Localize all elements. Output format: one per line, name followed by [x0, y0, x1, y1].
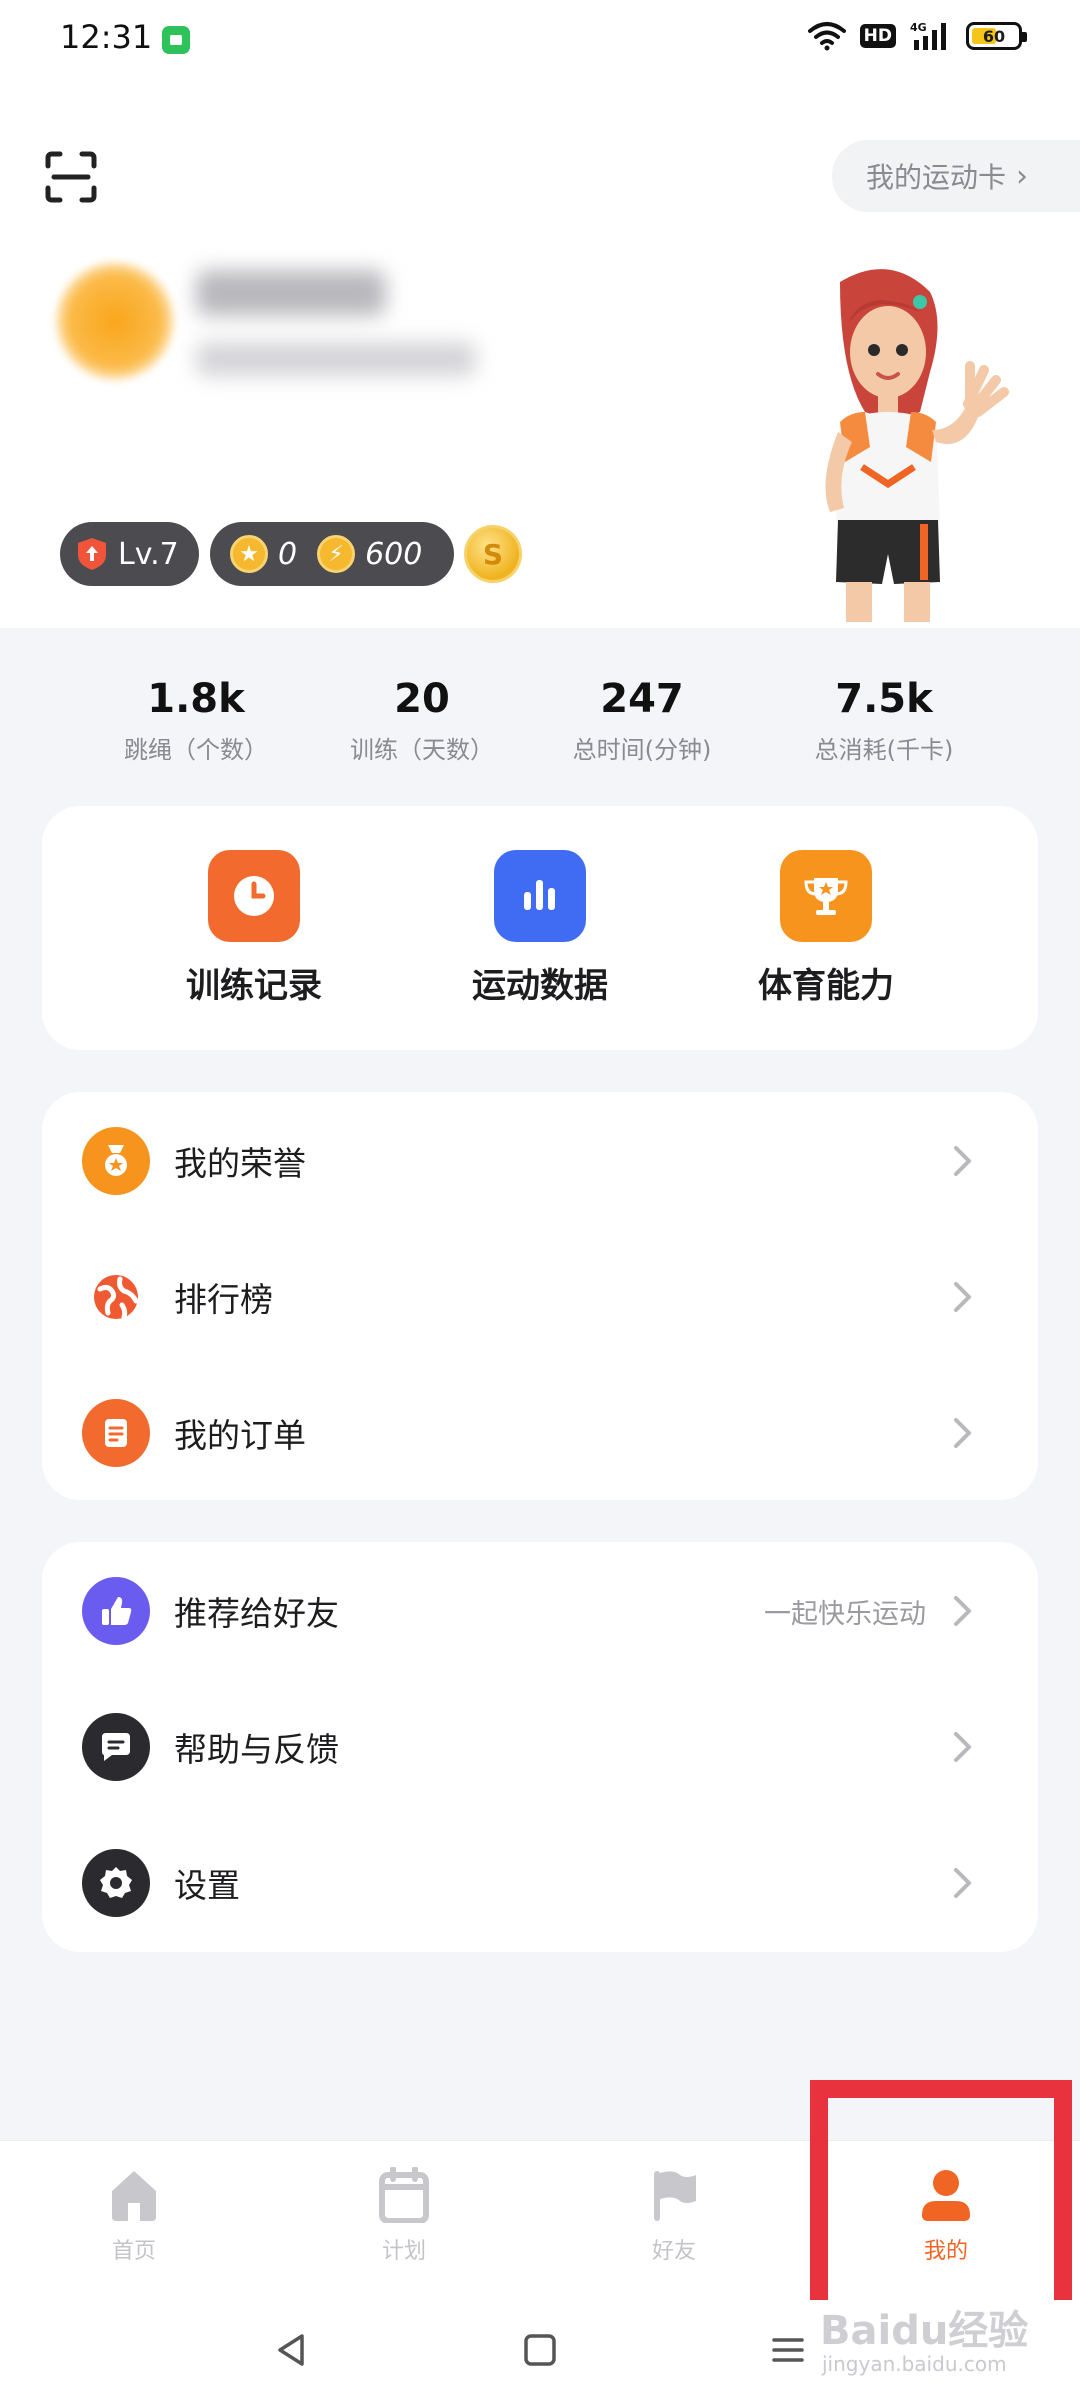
menu-label: 推荐给好友 — [174, 1594, 339, 1633]
chevron-right-icon — [954, 1282, 971, 1312]
chevron-right-icon — [954, 1868, 971, 1898]
status-icons: HD 4G 60 — [807, 20, 1027, 52]
quick-label: 运动数据 — [472, 966, 608, 1006]
chevron-right-icon — [954, 1732, 971, 1762]
quick-sport-data[interactable]: 运动数据 — [440, 850, 640, 1007]
bar-chart-icon — [494, 850, 586, 942]
stat-value: 7.5k — [835, 676, 933, 722]
menu-item-settings[interactable]: 设置 — [42, 1828, 1038, 1938]
watermark-url: jingyan.baidu.com — [822, 2352, 1007, 2376]
sport-card-label: 我的运动卡 — [866, 161, 1007, 194]
menu-item-leaderboard[interactable]: 排行榜 — [42, 1242, 1038, 1352]
energy-count: 600 — [365, 536, 423, 572]
coins-badge[interactable]: ★ 0 ⚡ 600 — [210, 522, 455, 586]
user-name-blurred — [196, 270, 386, 316]
quick-sport-ability[interactable]: 体育能力 — [726, 850, 926, 1007]
medal-icon — [82, 1127, 150, 1195]
level-badge[interactable]: Lv.7 — [60, 522, 199, 586]
chevron-right-icon — [954, 1418, 971, 1448]
svg-text:4G: 4G — [910, 21, 927, 34]
gold-medal-icon[interactable]: S — [464, 525, 522, 583]
tab-friends[interactable]: 好友 — [604, 2167, 744, 2265]
order-icon — [82, 1399, 150, 1467]
stats-row: 1.8k 跳绳（个数） 20 训练（天数） 247 总时间(分钟) 7.5k 总… — [0, 676, 1080, 776]
stat-label: 跳绳（个数） — [124, 736, 268, 764]
scan-icon[interactable] — [44, 150, 98, 204]
menu-label: 我的订单 — [174, 1416, 306, 1455]
star-coin-icon: ★ — [230, 535, 268, 573]
hd-badge: HD — [859, 24, 896, 48]
user-id-blurred — [196, 342, 476, 376]
stat-label: 训练（天数） — [350, 736, 494, 764]
globe-icon — [82, 1263, 150, 1331]
quick-label: 体育能力 — [758, 966, 894, 1006]
menu-hint: 一起快乐运动 — [764, 1598, 926, 1630]
menu-label: 帮助与反馈 — [174, 1730, 339, 1769]
status-time: 12:31 — [60, 18, 153, 56]
chat-icon — [82, 1713, 150, 1781]
stat-label: 总时间(分钟) — [572, 736, 712, 764]
menu-group-1: 我的荣誉 排行榜 我的订单 — [42, 1092, 1038, 1500]
menu-group-2: 推荐给好友 一起快乐运动 帮助与反馈 设置 — [42, 1542, 1038, 1952]
menu-item-my-honors[interactable]: 我的荣誉 — [42, 1106, 1038, 1216]
tab-label: 计划 — [381, 2239, 426, 2264]
menu-label: 设置 — [174, 1866, 240, 1905]
my-sport-card-button[interactable]: 我的运动卡 › — [832, 140, 1080, 212]
stat-value: 247 — [600, 676, 684, 722]
calendar-icon — [379, 2167, 429, 2223]
tab-label: 首页 — [111, 2239, 156, 2264]
tab-label: 好友 — [651, 2239, 696, 2264]
shield-icon — [78, 538, 106, 570]
highlight-annotation-box — [810, 2080, 1072, 2322]
lightning-coin-icon: ⚡ — [317, 535, 356, 573]
app-notification-icon — [162, 26, 190, 54]
chevron-right-icon — [954, 1146, 971, 1176]
home-square-icon[interactable] — [520, 2330, 560, 2370]
tab-plan[interactable]: 计划 — [334, 2167, 474, 2265]
menu-lines-icon[interactable] — [768, 2330, 808, 2370]
trophy-icon — [780, 850, 872, 942]
stat-training-days[interactable]: 20 训练（天数） — [312, 676, 532, 765]
tab-home[interactable]: 首页 — [64, 2167, 204, 2265]
signal-icon: 4G — [910, 21, 946, 50]
stat-value: 20 — [394, 676, 450, 722]
quick-actions-card: 训练记录 运动数据 体育能力 — [42, 806, 1038, 1050]
quick-training-records[interactable]: 训练记录 — [154, 850, 354, 1007]
coin-count: 0 — [278, 536, 298, 572]
gear-icon — [82, 1849, 150, 1917]
clock-icon — [208, 850, 300, 942]
watermark-logo: Baidu经验 — [820, 2308, 1029, 2354]
stat-jump-rope[interactable]: 1.8k 跳绳（个数） — [86, 676, 306, 765]
quick-label: 训练记录 — [186, 966, 322, 1006]
chevron-right-icon — [954, 1596, 971, 1626]
mascot-character — [825, 269, 1009, 622]
status-bar: 12:31 HD 4G 60 — [0, 0, 1080, 80]
battery-level: 60 — [982, 26, 1006, 46]
stat-label: 总消耗(千卡) — [814, 736, 954, 764]
avatar[interactable] — [56, 262, 174, 380]
menu-label: 我的荣誉 — [174, 1144, 306, 1183]
wifi-icon — [807, 22, 846, 51]
level-text: Lv.7 — [118, 536, 179, 572]
stat-total-time[interactable]: 247 总时间(分钟) — [532, 676, 752, 765]
thumbs-up-icon — [82, 1577, 150, 1645]
chevron-right-icon: › — [1016, 158, 1029, 194]
menu-item-recommend-friends[interactable]: 推荐给好友 一起快乐运动 — [42, 1556, 1038, 1666]
menu-label: 排行榜 — [174, 1280, 273, 1319]
back-icon[interactable] — [272, 2330, 312, 2370]
stat-total-calories[interactable]: 7.5k 总消耗(千卡) — [774, 676, 994, 765]
menu-item-help-feedback[interactable]: 帮助与反馈 — [42, 1692, 1038, 1802]
menu-item-my-orders[interactable]: 我的订单 — [42, 1378, 1038, 1488]
battery-icon: 60 — [966, 22, 1027, 50]
flag-icon — [654, 2171, 696, 2221]
home-icon — [112, 2171, 156, 2221]
stat-value: 1.8k — [147, 676, 245, 722]
